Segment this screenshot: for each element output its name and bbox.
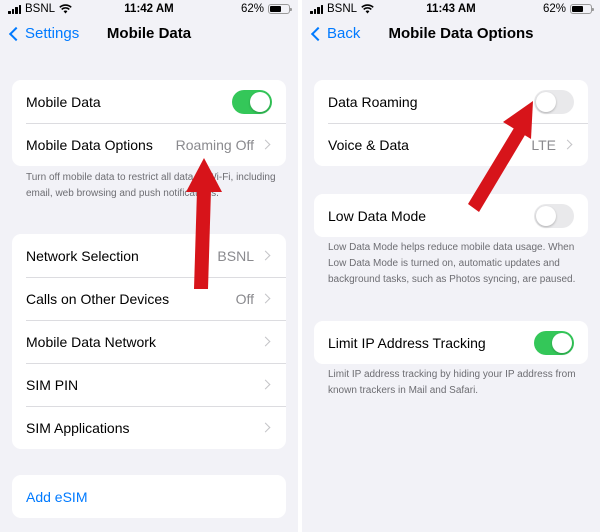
calls-on-other-devices-row[interactable]: Calls on Other Devices Off xyxy=(12,277,286,320)
network-selection-row[interactable]: Network Selection BSNL xyxy=(12,234,286,277)
voice-and-data-label: Voice & Data xyxy=(328,136,409,153)
chevron-right-icon xyxy=(562,139,573,150)
battery-percent: 62% xyxy=(240,3,264,15)
data-roaming-toggle[interactable] xyxy=(534,89,574,114)
network-group: Network Selection BSNL Calls on Other De… xyxy=(12,234,286,449)
low-data-mode-row: Low Data Mode xyxy=(314,194,588,237)
toggle-knob xyxy=(552,332,572,353)
navigation-bar: Back Mobile Data Options xyxy=(302,20,600,52)
data-roaming-label: Data Roaming xyxy=(328,93,418,110)
sim-pin-label: SIM PIN xyxy=(26,376,79,393)
chevron-right-icon xyxy=(260,336,271,347)
chevron-right-icon xyxy=(260,293,271,304)
mobile-data-network-label: Mobile Data Network xyxy=(26,333,156,350)
add-esim-row[interactable]: Add eSIM xyxy=(12,475,286,518)
mobile-data-group: Mobile Data Mobile Data Options Roaming … xyxy=(12,80,286,166)
network-selection-label: Network Selection xyxy=(26,247,139,264)
calls-on-other-devices-value: Off xyxy=(235,290,254,307)
voice-and-data-value: LTE xyxy=(531,136,556,153)
low-data-mode-footnote: Low Data Mode helps reduce mobile data u… xyxy=(328,242,576,285)
toggle-knob xyxy=(536,91,556,112)
sim-applications-row[interactable]: SIM Applications xyxy=(12,406,286,449)
roaming-status-value: Roaming Off xyxy=(175,136,254,153)
limit-ip-tracking-label: Limit IP Address Tracking xyxy=(328,334,486,351)
chevron-right-icon xyxy=(260,422,271,433)
voice-and-data-row[interactable]: Voice & Data LTE xyxy=(314,123,588,166)
chevron-right-icon xyxy=(260,379,271,390)
mobile-data-toggle[interactable] xyxy=(232,89,272,114)
sim-pin-row[interactable]: SIM PIN xyxy=(12,363,286,406)
status-bar: BSNL 11:42 AM 62% xyxy=(0,0,298,20)
toggle-knob xyxy=(536,205,556,226)
data-roaming-row: Data Roaming xyxy=(314,80,588,123)
add-esim-link[interactable]: Add eSIM xyxy=(26,489,272,505)
battery-icon xyxy=(268,4,292,14)
chevron-right-icon xyxy=(260,139,271,150)
esim-group: Add eSIM xyxy=(12,475,286,518)
mobile-data-options-row[interactable]: Mobile Data Options Roaming Off xyxy=(12,123,286,166)
limit-ip-footnote: Limit IP address tracking by hiding your… xyxy=(328,369,576,396)
network-selection-value: BSNL xyxy=(217,247,254,264)
roaming-group: Data Roaming Voice & Data LTE xyxy=(314,80,588,166)
battery-percent: 62% xyxy=(542,3,566,15)
mobile-data-row: Mobile Data xyxy=(12,80,286,123)
mobile-data-options-screen: BSNL 11:43 AM 62% Back Mobile Data Optio… xyxy=(302,0,600,532)
page-title: Mobile Data Options xyxy=(388,25,534,42)
calls-on-other-devices-label: Calls on Other Devices xyxy=(26,290,170,307)
chevron-right-icon xyxy=(260,250,271,261)
mobile-data-network-row[interactable]: Mobile Data Network xyxy=(12,320,286,363)
mobile-data-footnote: Turn off mobile data to restrict all dat… xyxy=(26,172,276,199)
mobile-data-screen: BSNL 11:42 AM 62% Settings Mobile Data M… xyxy=(0,0,298,532)
navigation-bar: Settings Mobile Data xyxy=(0,20,298,52)
limit-ip-tracking-row: Limit IP Address Tracking xyxy=(314,321,588,364)
low-data-group: Low Data Mode xyxy=(314,194,588,237)
low-data-mode-label: Low Data Mode xyxy=(328,207,427,224)
low-data-mode-toggle[interactable] xyxy=(534,203,574,228)
toggle-knob xyxy=(250,91,270,112)
mobile-data-options-label: Mobile Data Options xyxy=(26,136,153,153)
sim-applications-label: SIM Applications xyxy=(26,419,130,436)
limit-ip-group: Limit IP Address Tracking xyxy=(314,321,588,364)
battery-icon xyxy=(570,4,594,14)
limit-ip-tracking-toggle[interactable] xyxy=(534,330,574,355)
status-bar: BSNL 11:43 AM 62% xyxy=(302,0,600,20)
page-title: Mobile Data xyxy=(106,25,192,42)
mobile-data-label: Mobile Data xyxy=(26,93,101,110)
